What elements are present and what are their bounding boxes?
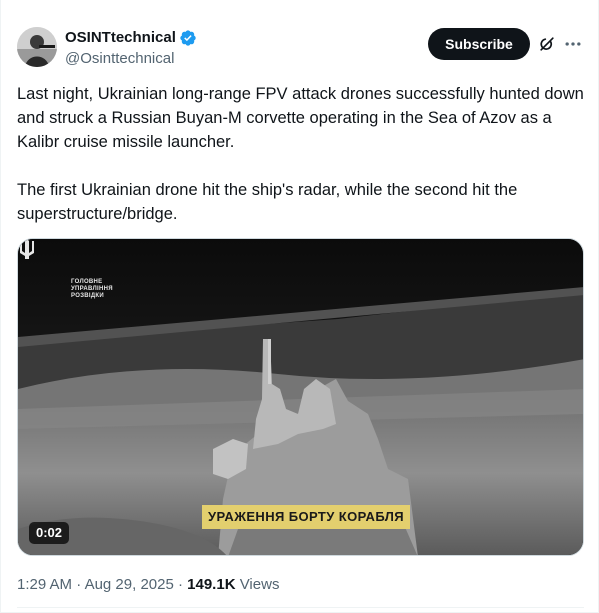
logo-line-2: УПРАВЛІННЯ bbox=[71, 286, 113, 292]
avatar[interactable] bbox=[17, 27, 57, 67]
tweet-date: Aug 29, 2025 bbox=[84, 576, 174, 593]
avatar-image bbox=[17, 27, 57, 67]
video-duration: 0:02 bbox=[29, 522, 70, 544]
tweet-paragraph-2: The first Ukrainian drone hit the ship's… bbox=[17, 181, 518, 223]
tweet-timestamp-link[interactable]: 1:29 AM · Aug 29, 2025 bbox=[17, 576, 174, 593]
gur-logo-icon bbox=[20, 239, 34, 259]
author-display-name-row[interactable]: OSINTtechnical bbox=[65, 28, 197, 48]
tweet-paragraph-1: Last night, Ukrainian long-range FPV att… bbox=[17, 85, 584, 151]
views-count[interactable]: 149.1K bbox=[187, 576, 235, 593]
verified-badge-icon bbox=[180, 30, 196, 46]
divider bbox=[17, 607, 584, 608]
grok-icon[interactable] bbox=[537, 34, 557, 54]
logo-line-3: РОЗВІДКИ bbox=[71, 293, 104, 299]
meta-separator: · bbox=[76, 576, 82, 593]
video-player[interactable]: ГОЛОВНЕ УПРАВЛІННЯ РОЗВІДКИ УРАЖЕННЯ БОР… bbox=[17, 238, 584, 556]
tweet-text: Last night, Ukrainian long-range FPV att… bbox=[17, 82, 585, 226]
video-caption: УРАЖЕННЯ БОРТУ КОРАБЛЯ bbox=[202, 505, 410, 529]
meta-separator-2: · bbox=[177, 576, 183, 593]
tweet-meta: 1:29 AM · Aug 29, 2025 · 149.1K Views bbox=[17, 575, 279, 595]
author-names: OSINTtechnical @Osinttechnical bbox=[65, 28, 197, 69]
tweet-header: OSINTtechnical @Osinttechnical Subscribe bbox=[17, 27, 587, 71]
logo-line-1: ГОЛОВНЕ bbox=[71, 279, 103, 285]
gur-logo-text: ГОЛОВНЕ УПРАВЛІННЯ РОЗВІДКИ bbox=[71, 279, 113, 300]
author-handle[interactable]: @Osinttechnical bbox=[65, 49, 197, 69]
tweet-time: 1:29 AM bbox=[17, 576, 73, 593]
author-display-name[interactable]: OSINTtechnical bbox=[65, 28, 176, 48]
tweet-card: OSINTtechnical @Osinttechnical Subscribe… bbox=[0, 0, 599, 613]
subscribe-button[interactable]: Subscribe bbox=[428, 28, 530, 60]
more-options-icon[interactable] bbox=[563, 34, 583, 54]
views-label: Views bbox=[239, 576, 280, 593]
